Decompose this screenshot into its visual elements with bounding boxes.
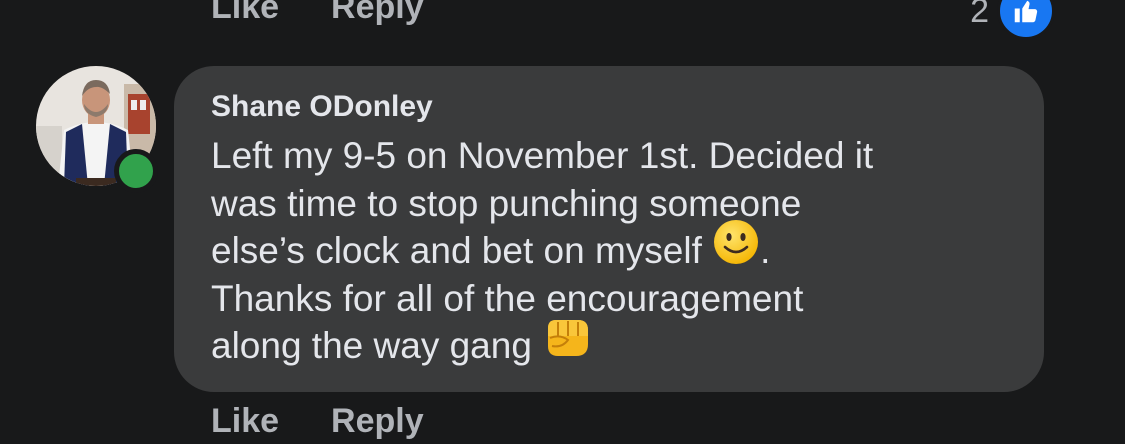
comment-line: was time to stop punching someone xyxy=(211,180,873,228)
comment-actions: Like Reply xyxy=(211,402,424,441)
comment-line-text: Thanks for all of the encouragement xyxy=(211,277,804,319)
reply-button[interactable]: Reply xyxy=(331,0,424,27)
comment-line: Left my 9-5 on November 1st. Decided it xyxy=(211,132,873,180)
comment-author-name[interactable]: Shane ODonley xyxy=(211,90,433,124)
comment-line: along the way gang xyxy=(211,320,873,370)
comment-line-text: Left my 9-5 on November 1st. Decided it xyxy=(211,135,874,176)
comment-line: else’s clock and bet on myself . xyxy=(211,220,873,275)
comment-line-text: along the way gang xyxy=(211,325,543,366)
reaction-summary[interactable]: 2 xyxy=(970,0,1055,40)
like-button[interactable]: Like xyxy=(211,402,279,441)
comment-bubble: Shane ODonley Left my 9-5 on November 1s… xyxy=(174,66,1044,392)
comment-text: Left my 9-5 on November 1st. Decided it … xyxy=(211,132,873,370)
previous-comment-actions: Like Reply xyxy=(211,0,424,27)
like-button[interactable]: Like xyxy=(211,0,279,27)
reply-button[interactable]: Reply xyxy=(331,402,424,441)
comment-line-text: was time to stop punching someone xyxy=(211,182,802,224)
online-status-indicator xyxy=(114,149,158,193)
oncoming-fist-icon xyxy=(542,314,592,372)
slightly-smiling-face-icon xyxy=(712,218,760,278)
reaction-count: 2 xyxy=(970,0,989,30)
comment-line-text: else’s clock and bet on myself xyxy=(211,230,713,271)
comment-line-text: . xyxy=(760,230,771,271)
thumbs-up-icon xyxy=(997,0,1055,40)
